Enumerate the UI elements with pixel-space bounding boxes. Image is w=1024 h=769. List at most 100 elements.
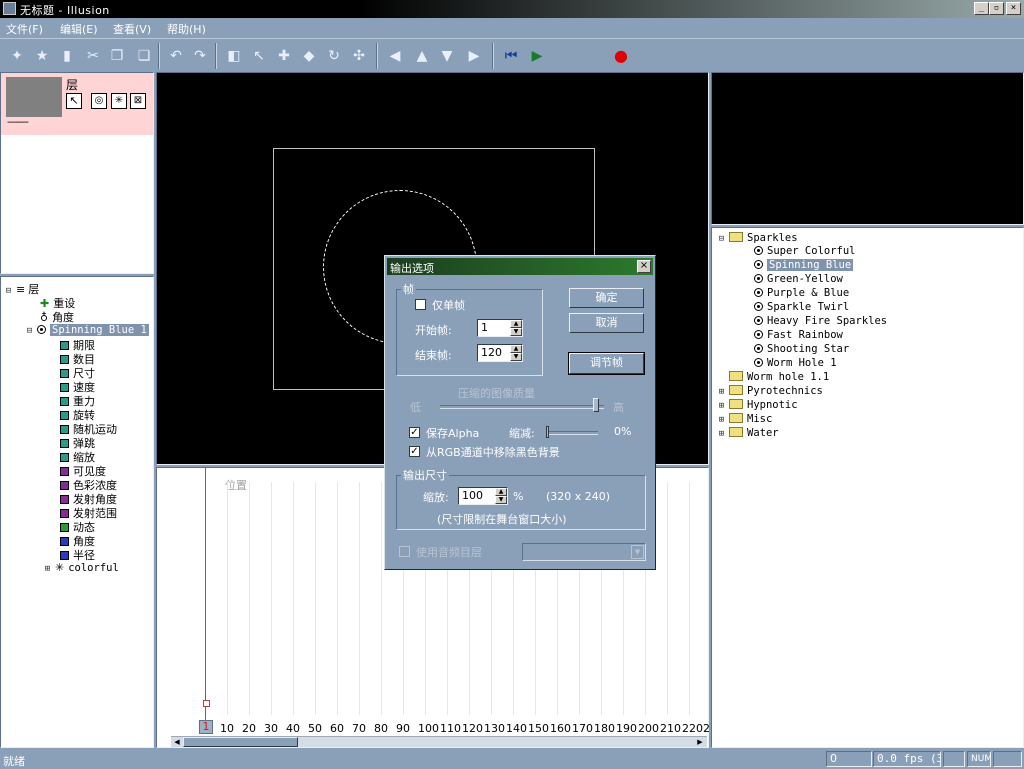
restore-button[interactable]: ▫ <box>989 2 1004 15</box>
layer-row[interactable]: 层 ↖ ◎ ✳ ⊠ -------- <box>1 73 153 135</box>
quality-slider-thumb[interactable] <box>592 398 599 412</box>
scroll-thumb[interactable] <box>183 737 298 747</box>
emitter-tool-icon[interactable]: ✚ <box>275 47 293 65</box>
library-folder[interactable]: ⊞ Water <box>717 427 779 439</box>
menu-file[interactable]: 文件(F) <box>6 21 43 37</box>
remove-black-checkbox[interactable]: ✓ <box>409 446 420 457</box>
tree-emitter[interactable]: ⊟ Spinning Blue 1 <box>25 323 149 336</box>
timeline-current-frame[interactable]: 1 <box>199 720 213 734</box>
library-folder[interactable]: ⊞ Hypnotic <box>717 399 798 411</box>
end-frame-down[interactable]: ▼ <box>510 353 522 361</box>
library-item[interactable]: Purple & Blue <box>754 287 849 299</box>
library-item[interactable]: Worm Hole 1 <box>754 357 837 369</box>
scroll-left-icon[interactable]: ◀ <box>172 737 182 747</box>
expand-icon[interactable]: ⊞ <box>717 430 726 439</box>
lib-folder-sparkles[interactable]: ⊟ Sparkles <box>717 231 798 244</box>
library-item-label: Spinning Blue <box>767 259 854 271</box>
property-icon <box>60 383 69 392</box>
library-folder[interactable]: ⊞ Pyrotechnics <box>717 385 823 397</box>
minimize-button[interactable]: _ <box>974 2 989 15</box>
library-item[interactable]: Green-Yellow <box>754 273 843 285</box>
rotate-tool-icon[interactable]: ↻ <box>325 47 343 65</box>
scale-down[interactable]: ▼ <box>495 496 507 504</box>
audio-layer-select[interactable]: ▼ <box>522 543 646 561</box>
reduce-slider-track[interactable] <box>546 431 598 435</box>
effect-icon <box>754 260 763 269</box>
open-icon[interactable]: ★ <box>33 47 51 65</box>
effect-icon <box>754 330 763 339</box>
nav-up-icon[interactable]: ▲ <box>413 47 431 65</box>
use-audio-checkbox[interactable] <box>399 546 410 557</box>
start-frame-input[interactable]: 1 ▲ ▼ <box>477 319 523 337</box>
start-frame-down[interactable]: ▼ <box>510 328 522 336</box>
move-tool-icon[interactable]: ✣ <box>350 47 368 65</box>
folder-icon <box>729 427 743 437</box>
timeline-scrollbar[interactable]: ◀ ▶ <box>171 736 707 747</box>
record-icon[interactable]: ● <box>612 47 630 65</box>
layer-target-icon[interactable]: ◎ <box>91 93 107 109</box>
library-item[interactable]: Heavy Fire Sparkles <box>754 315 887 327</box>
new-icon[interactable]: ✦ <box>8 47 26 65</box>
adjust-frames-button[interactable]: 调节帧 <box>568 352 645 375</box>
cut-icon[interactable]: ✂ <box>84 47 102 65</box>
timeline-keyframe[interactable] <box>203 700 210 707</box>
tree-root-layer[interactable]: ⊟ ≡ 层 <box>4 281 39 297</box>
undo-icon[interactable]: ↶ <box>167 47 185 65</box>
end-frame-input[interactable]: 120 ▲ ▼ <box>477 344 523 362</box>
play-icon[interactable]: ▶ <box>528 47 546 65</box>
paste-icon[interactable]: ❏ <box>135 47 153 65</box>
menu-edit[interactable]: 编辑(E) <box>60 21 98 37</box>
tree-child-colorful[interactable]: ⊞ ✳ colorful <box>43 561 119 574</box>
remove-black-label: 从RGB通道中移除黑色背景 <box>426 446 560 459</box>
ok-button[interactable]: 确定 <box>569 288 644 308</box>
menu-help[interactable]: 帮助(H) <box>167 21 206 37</box>
end-frame-up[interactable]: ▲ <box>510 345 522 353</box>
library-item[interactable]: Shooting Star <box>754 343 849 355</box>
library-item[interactable]: Sparkle Twirl <box>754 301 849 313</box>
scroll-right-icon[interactable]: ▶ <box>695 737 705 747</box>
start-frame-label: 开始帧: <box>415 324 452 337</box>
layer-visibility-icon[interactable]: ↖ <box>66 93 82 109</box>
effect-icon <box>754 358 763 367</box>
library-item[interactable]: Spinning Blue <box>754 259 854 271</box>
quality-slider-track[interactable] <box>440 405 604 409</box>
timeline-playhead[interactable] <box>205 468 206 726</box>
nav-left-icon[interactable]: ◀ <box>386 47 404 65</box>
status-num: NUM <box>967 751 991 767</box>
shape-tool-icon[interactable]: ◆ <box>300 47 318 65</box>
layer-sparkle-icon[interactable]: ✳ <box>111 93 127 109</box>
library-item[interactable]: Super Colorful <box>754 245 856 257</box>
copy-icon[interactable]: ❐ <box>108 47 126 65</box>
redo-icon[interactable]: ↷ <box>191 47 209 65</box>
nav-right-icon[interactable]: ▶ <box>465 47 483 65</box>
close-button[interactable]: × <box>1006 2 1021 15</box>
reduce-slider-thumb[interactable] <box>546 426 549 438</box>
dialog-title: 输出选项 <box>390 262 434 275</box>
start-frame-up[interactable]: ▲ <box>510 320 522 328</box>
scale-input[interactable]: 100 ▲ ▼ <box>458 487 508 505</box>
property-tree: ⊟ ≡ 层 ✚ 重设 ♁ 角度 ⊟ Spinning Blue 1 期限 数目 尺寸 速度 重力旋… <box>0 276 154 748</box>
single-frame-checkbox[interactable] <box>415 299 426 310</box>
library-folder[interactable]: Worm hole 1.1 <box>729 371 829 383</box>
save-icon[interactable]: ▮ <box>58 47 76 65</box>
library-item[interactable]: Fast Rainbow <box>754 329 843 341</box>
expand-icon[interactable]: ⊞ <box>717 388 726 397</box>
timeline-tick: 40 <box>286 722 300 735</box>
nav-down-icon[interactable]: ▼ <box>438 47 456 65</box>
timeline-tick: 60 <box>330 722 344 735</box>
library-folder[interactable]: ⊞ Misc <box>717 413 772 425</box>
menu-view[interactable]: 查看(V) <box>113 21 151 37</box>
scale-up[interactable]: ▲ <box>495 488 507 496</box>
chevron-down-icon[interactable]: ▼ <box>631 545 644 559</box>
property-icon <box>60 369 69 378</box>
cancel-button[interactable]: 取消 <box>569 313 644 333</box>
rewind-icon[interactable]: ⏮ <box>502 47 520 65</box>
stage-icon[interactable]: ◧ <box>225 47 243 65</box>
save-alpha-checkbox[interactable]: ✓ <box>409 427 420 438</box>
expand-icon[interactable]: ⊞ <box>717 402 726 411</box>
pointer-icon[interactable]: ↖ <box>250 47 268 65</box>
timeline-tick: 70 <box>352 722 366 735</box>
dialog-close-button[interactable]: × <box>637 260 651 273</box>
expand-icon[interactable]: ⊞ <box>717 416 726 425</box>
layer-mask-icon[interactable]: ⊠ <box>130 93 146 109</box>
